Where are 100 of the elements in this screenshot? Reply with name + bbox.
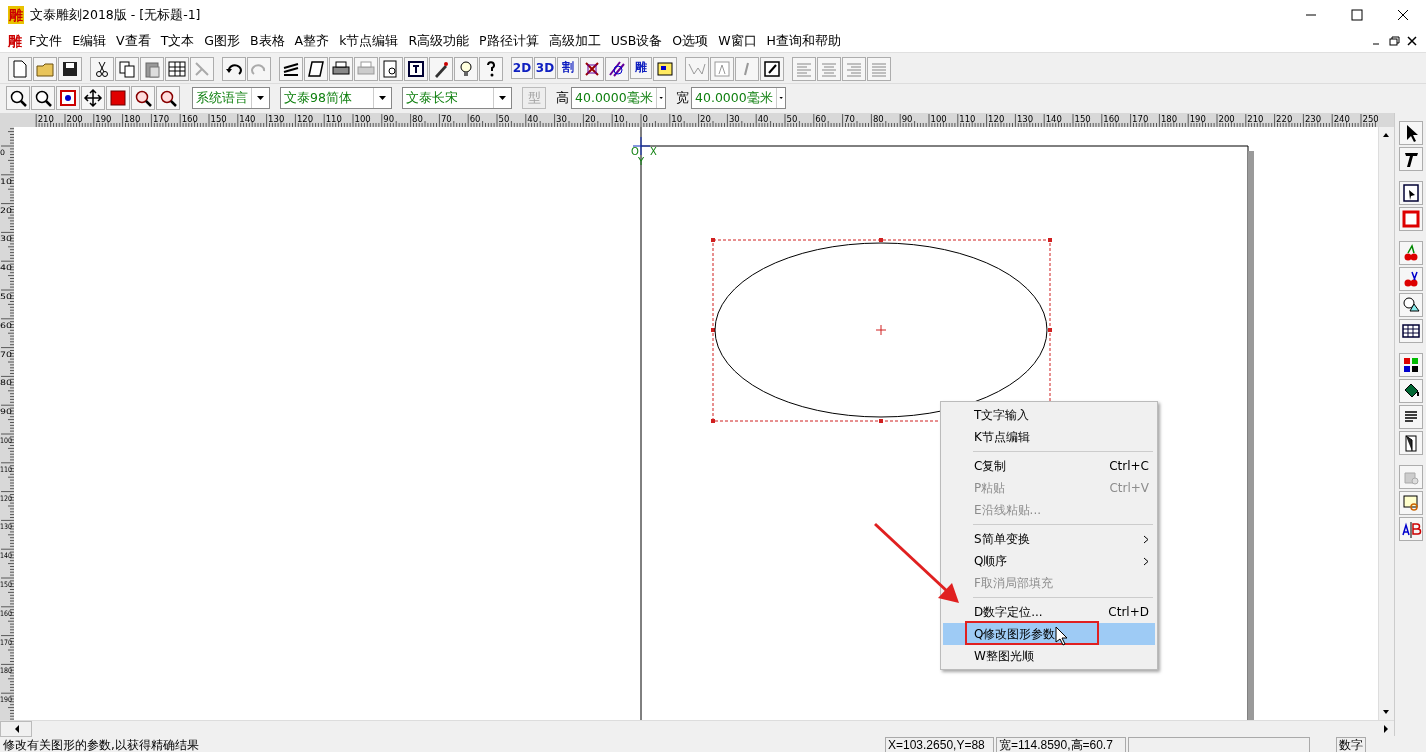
axis-label: O (631, 146, 639, 157)
copy-icon[interactable] (115, 56, 139, 81)
text-tool-icon[interactable] (1398, 147, 1423, 171)
menu-item[interactable]: D数字定位... Ctrl+D (943, 601, 1155, 623)
menu-item[interactable]: W窗口 (713, 32, 762, 50)
table-icon[interactable] (1398, 319, 1423, 343)
undo-icon[interactable] (222, 56, 246, 81)
menu-item[interactable]: C复制 Ctrl+C (943, 455, 1155, 477)
center-mark (875, 324, 887, 336)
menu-item[interactable]: H查询和帮助 (761, 32, 846, 50)
axis-label: Y (638, 156, 645, 167)
dropdown[interactable]: 文泰98简体 (280, 87, 392, 109)
scroll-left-icon[interactable] (0, 721, 32, 737)
restore-icon[interactable] (1386, 33, 1402, 49)
menu-item[interactable]: Q修改图形参数 (943, 623, 1155, 645)
clipboard-icon[interactable] (140, 56, 164, 81)
menu-item[interactable]: W整图光顺 (943, 645, 1155, 667)
dropdown[interactable]: 系统语言 (192, 87, 270, 109)
mouse-cursor-icon (1055, 626, 1068, 646)
menu-item[interactable]: P路径计算 (474, 32, 544, 50)
menu-item-label: F取消局部填充 (974, 574, 1053, 592)
toolbar-button[interactable]: 2D (511, 56, 533, 79)
color-chip-icon[interactable] (653, 56, 677, 81)
cursor-coordinates: X=103.2650,Y=88 (885, 737, 994, 752)
cherries-icon[interactable] (1398, 241, 1423, 265)
fit-page-icon[interactable] (56, 86, 80, 110)
dropdown[interactable]: 40.0000毫米 (691, 87, 786, 109)
dropdown[interactable]: 40.0000毫米 (571, 87, 666, 109)
menu-item[interactable]: B表格 (245, 32, 290, 50)
origin-crosshair (632, 136, 651, 156)
menu-item[interactable]: T文本 (155, 32, 200, 50)
menu-item-label: P粘贴 (974, 479, 1006, 497)
dropdown[interactable]: 文泰长宋 (402, 87, 512, 109)
input-mode: 数字 (1336, 737, 1366, 752)
width-label: 宽 (676, 89, 689, 107)
color-blocks-icon[interactable] (1398, 353, 1423, 377)
menu-item-label: Q顺序 (974, 552, 1008, 570)
menu-item-label: E沿线粘贴... (974, 501, 1042, 519)
node-tool-icon[interactable] (1398, 181, 1423, 205)
move-cross-icon[interactable] (81, 86, 105, 110)
menu-item[interactable]: 高级加工 (543, 32, 606, 50)
zoom-area-icon[interactable] (131, 86, 155, 110)
shortcut-label: Ctrl+V (1109, 481, 1149, 495)
toolbar-button[interactable]: 3D (534, 56, 556, 79)
menu-item[interactable]: USB设备 (605, 32, 668, 50)
pen-icon[interactable] (429, 56, 453, 81)
menu-item-label: Q修改图形参数 (974, 625, 1056, 643)
caret-icon (775, 88, 785, 108)
menu-item[interactable]: R高级功能 (403, 32, 475, 50)
menu-item[interactable]: k节点编辑 (334, 32, 404, 50)
menu-item-label: T文字输入 (974, 406, 1030, 424)
text-lines-icon[interactable] (1398, 405, 1423, 429)
new-file-icon[interactable] (8, 56, 32, 81)
menu-item[interactable]: E编辑 (67, 32, 112, 50)
shortcut-label: Ctrl+D (1108, 605, 1149, 619)
preview-icon[interactable] (379, 56, 403, 81)
frame-icon[interactable] (404, 56, 428, 81)
zoom-icon[interactable] (6, 86, 30, 110)
layers-icon[interactable] (279, 56, 303, 81)
cross-layer-icon[interactable] (580, 56, 604, 81)
document-logo: 雕 (8, 32, 23, 50)
menu-item-label: K节点编辑 (974, 428, 1030, 446)
edit-box-icon[interactable] (760, 56, 784, 81)
menu-item-label: C复制 (974, 457, 1007, 475)
grid-icon[interactable] (165, 56, 189, 81)
door-icon[interactable] (1398, 431, 1423, 455)
shortcut-label: Ctrl+C (1109, 459, 1149, 473)
paint-bucket-icon[interactable] (1398, 379, 1423, 403)
menu-item[interactable]: F文件 (24, 32, 68, 50)
menu-item[interactable]: G图形 (199, 32, 245, 50)
printer-icon[interactable] (329, 56, 353, 81)
zoom-icon[interactable] (31, 86, 55, 110)
menu-item[interactable]: O选项 (667, 32, 714, 50)
cherries-pen-icon[interactable] (1398, 267, 1423, 291)
menu-item[interactable]: T文字输入 (943, 404, 1155, 426)
page-icon[interactable] (304, 56, 328, 81)
status-message: 修改有关图形的参数,以获得精确结果 (3, 737, 200, 752)
menu-item[interactable]: V查看 (111, 32, 156, 50)
text-split-icon[interactable] (1398, 517, 1423, 541)
menu-item[interactable]: Q顺序 (943, 550, 1155, 572)
pointer-icon[interactable] (1398, 121, 1423, 145)
shape-tool-icon[interactable] (1398, 293, 1423, 317)
selection-size: 宽=114.8590,高=60.7 (996, 737, 1126, 752)
question-icon[interactable] (479, 56, 503, 81)
scissors-icon[interactable] (90, 56, 114, 81)
horizontal-ruler: 210 200 190 180 170 160 150 140 130 120 110 100 90 80 70 60 50 40 30 20 10 0 10 20 30 40 50 60 70 80 90 100 110 120 130 140 150 160 170 180 190 200 210 220 230 240 250 (14, 113, 1378, 127)
toolbar-button[interactable]: 雕 (630, 56, 652, 79)
image-tool-icon[interactable] (1398, 491, 1423, 515)
menu-item[interactable]: S简单变换 (943, 528, 1155, 550)
hatch-icon[interactable] (605, 56, 629, 81)
menu-item-label: W整图光顺 (974, 647, 1034, 665)
menu-item[interactable]: K节点编辑 (943, 426, 1155, 448)
height-label: 高 (556, 89, 569, 107)
zoom-area-icon[interactable] (156, 86, 180, 110)
toolbar-button[interactable]: 割 (557, 56, 579, 79)
bulb-icon[interactable] (454, 56, 478, 81)
rectangle-tool-icon[interactable] (1398, 207, 1423, 231)
menu-item[interactable]: A整齐 (289, 32, 335, 50)
filled-square-icon[interactable] (106, 86, 130, 110)
window-title: 文泰雕刻2018版 - [无标题-1] (30, 6, 201, 24)
